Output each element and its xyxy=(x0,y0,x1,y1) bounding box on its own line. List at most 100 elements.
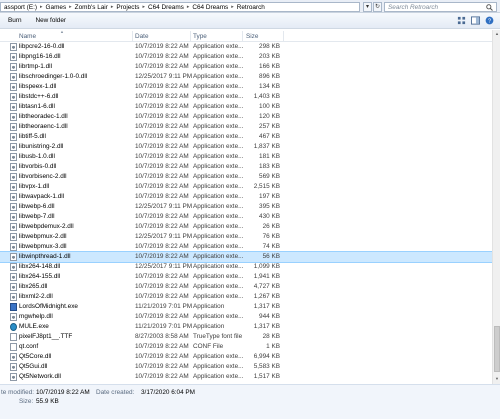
file-date: 10/7/2019 8:22 AM xyxy=(135,283,189,290)
breadcrumb-item[interactable]: assport (E:) xyxy=(2,4,39,11)
file-name: libwebp-7.dll xyxy=(19,213,55,220)
address-dropdown-button[interactable]: ▾ xyxy=(363,2,372,12)
breadcrumb-item[interactable]: Zomb's Lair xyxy=(73,4,110,11)
file-size: 298 KB xyxy=(259,43,280,50)
scroll-down-arrow-icon[interactable]: ▼ xyxy=(494,376,500,382)
file-type: Application xyxy=(193,323,225,330)
file-name: libtheoradec-1.dll xyxy=(19,113,68,120)
file-name: libusb-1.0.dll xyxy=(19,153,55,160)
file-row[interactable]: libstdc++-6.dll 10/7/2019 8:22 AM Applicat… xyxy=(0,92,492,102)
file-name: librtmp-1.dll xyxy=(19,63,53,70)
preview-pane-icon[interactable] xyxy=(471,16,480,25)
file-type: Application exte... xyxy=(193,283,244,290)
refresh-button[interactable]: ↻ xyxy=(373,2,382,12)
file-row[interactable]: Qt5Network.dll 10/7/2019 8:22 AM Applicati… xyxy=(0,372,492,382)
file-row[interactable]: libspeex-1.dll 10/7/2019 8:22 AM Applicati… xyxy=(0,82,492,92)
column-divider[interactable] xyxy=(190,31,191,41)
column-size-header[interactable]: Size xyxy=(246,33,258,40)
file-row[interactable]: libtiff-5.dll 10/7/2019 8:22 AM Applicatio… xyxy=(0,132,492,142)
app-icon xyxy=(10,303,17,311)
file-row[interactable]: libwavpack-1.dll 10/7/2019 8:22 AM Applica… xyxy=(0,192,492,202)
dll-gear-icon xyxy=(10,373,17,381)
file-row[interactable]: mgwhelp.dll 10/7/2019 8:22 AM Application … xyxy=(0,312,492,322)
file-type: Application exte... xyxy=(193,163,244,170)
burn-button[interactable]: Burn xyxy=(8,17,22,24)
file-row[interactable]: libx265.dll 10/7/2019 8:22 AM Application … xyxy=(0,282,492,292)
breadcrumb[interactable]: assport (E:) ▸ Games ▸ Zomb's Lair ▸ Projects ▸… xyxy=(0,2,360,12)
file-size: 134 KB xyxy=(259,83,280,90)
file-date: 12/25/2017 9:11 PM xyxy=(135,233,193,240)
file-row[interactable]: qt.conf 10/7/2019 8:22 AM CONF File 1 KB xyxy=(0,342,492,352)
column-type-header[interactable]: Type xyxy=(193,33,207,40)
file-row[interactable]: libwinpthread-1.dll 10/7/2019 8:22 AM Appl… xyxy=(0,251,492,263)
file-row[interactable]: libvorbis-0.dll 10/7/2019 8:22 AM Applicat… xyxy=(0,162,492,172)
file-name: libspeex-1.dll xyxy=(19,83,57,90)
file-type: Application exte... xyxy=(193,243,244,250)
file-size: 257 KB xyxy=(259,123,280,130)
new-folder-button[interactable]: New folder xyxy=(36,17,67,24)
file-row[interactable]: pixelFJ8pt1__.TTF 8/27/2003 8:58 AM TrueTy… xyxy=(0,332,492,342)
breadcrumb-item[interactable]: Retroarch xyxy=(235,4,267,11)
file-row[interactable]: Qt5Gui.dll 10/7/2019 8:22 AM Application e… xyxy=(0,362,492,372)
column-name-header[interactable]: Name xyxy=(19,33,36,40)
dll-gear-icon xyxy=(10,293,17,301)
file-row[interactable]: libtheoradec-1.dll 10/7/2019 8:22 AM Appli… xyxy=(0,112,492,122)
file-row[interactable]: libpcre2-16-0.dll 10/7/2019 8:22 AM Applic… xyxy=(0,42,492,52)
breadcrumb-item[interactable]: C64 Dreams xyxy=(190,4,230,11)
file-row[interactable]: libwebpmux-3.dll 10/7/2019 8:22 AM Applica… xyxy=(0,242,492,252)
command-bar: Burn New folder ? xyxy=(0,13,500,29)
file-row[interactable]: MULE.exe 11/21/2019 7:01 PM Application 1,3… xyxy=(0,322,492,332)
file-size: 197 KB xyxy=(259,193,280,200)
dll-gear-icon xyxy=(10,283,17,291)
file-type: Application exte... xyxy=(193,143,244,150)
file-name: pixelFJ8pt1__.TTF xyxy=(19,333,73,340)
help-icon[interactable]: ? xyxy=(485,16,494,25)
file-row[interactable]: libschroedinger-1.0-0.dll 12/25/2017 9:11… xyxy=(0,72,492,82)
file-date: 10/7/2019 8:22 AM xyxy=(135,373,189,380)
file-row[interactable]: libwebpdemux-2.dll 10/7/2019 8:22 AM Appli… xyxy=(0,222,492,232)
file-date: 10/7/2019 8:22 AM xyxy=(135,173,189,180)
search-input[interactable]: Search Retroarch xyxy=(388,4,438,11)
view-options-icon[interactable] xyxy=(457,16,466,25)
date-created-value: 3/17/2020 6:04 PM xyxy=(141,389,196,396)
scroll-up-arrow-icon[interactable]: ▲ xyxy=(494,31,500,37)
file-row[interactable]: LordsOfMidnight.exe 11/21/2019 7:01 PM App… xyxy=(0,302,492,312)
breadcrumb-item[interactable]: Games xyxy=(44,4,69,11)
file-row[interactable]: libwebp-7.dll 10/7/2019 8:22 AM Applicatio… xyxy=(0,212,492,222)
file-row[interactable]: libunistring-2.dll 10/7/2019 8:22 AM Appli… xyxy=(0,142,492,152)
file-date: 10/7/2019 8:22 AM xyxy=(135,53,189,60)
file-row[interactable]: libvpx-1.dll 10/7/2019 8:22 AM Application… xyxy=(0,182,492,192)
column-divider[interactable] xyxy=(242,31,243,41)
scrollbar-thumb[interactable] xyxy=(494,326,500,372)
file-row[interactable]: libxml2-2.dll 10/7/2019 8:22 AM Applicatio… xyxy=(0,292,492,302)
file-type: Application exte... xyxy=(193,203,244,210)
file-size: 944 KB xyxy=(259,313,280,320)
column-divider[interactable] xyxy=(283,31,284,41)
file-row[interactable]: libusb-1.0.dll 10/7/2019 8:22 AM Applicati… xyxy=(0,152,492,162)
search-box[interactable]: Search Retroarch xyxy=(384,2,497,12)
vertical-scrollbar[interactable]: ▲ ▼ xyxy=(492,30,500,384)
file-row[interactable]: libtheoraenc-1.dll 10/7/2019 8:22 AM Appli… xyxy=(0,122,492,132)
file-row[interactable]: libpng16-16.dll 10/7/2019 8:22 AM Applicat… xyxy=(0,52,492,62)
breadcrumb-item[interactable]: Projects xyxy=(114,4,141,11)
size-value: 55.9 KB xyxy=(36,398,59,405)
file-type: Application exte... xyxy=(193,43,244,50)
file-date: 10/7/2019 8:22 AM xyxy=(135,193,189,200)
dll-gear-icon xyxy=(10,243,17,251)
file-row[interactable]: libwebp-6.dll 12/25/2017 9:11 PM Applicati… xyxy=(0,202,492,212)
file-row[interactable]: librtmp-1.dll 10/7/2019 8:22 AM Applicatio… xyxy=(0,62,492,72)
column-divider[interactable] xyxy=(132,31,133,41)
file-size: 100 KB xyxy=(259,103,280,110)
dll-gear-icon xyxy=(10,73,17,81)
file-row[interactable]: libtasn1-6.dll 10/7/2019 8:22 AM Applicati… xyxy=(0,102,492,112)
dll-gear-icon xyxy=(10,83,17,91)
file-row[interactable]: libvorbisenc-2.dll 10/7/2019 8:22 AM Appli… xyxy=(0,172,492,182)
file-row[interactable]: libx264-155.dll 10/7/2019 8:22 AM Applicat… xyxy=(0,272,492,282)
file-row[interactable]: libwebpmux-2.dll 12/25/2017 9:11 PM Applic… xyxy=(0,232,492,242)
breadcrumb-item[interactable]: C64 Dreams xyxy=(146,4,186,11)
column-date-header[interactable]: Date xyxy=(135,33,149,40)
file-row[interactable]: Qt5Core.dll 10/7/2019 8:22 AM Application … xyxy=(0,352,492,362)
file-date: 10/7/2019 8:22 AM xyxy=(135,363,189,370)
file-row[interactable]: libx264-148.dll 12/25/2017 9:11 PM Applica… xyxy=(0,262,492,272)
file-size: 395 KB xyxy=(259,203,280,210)
